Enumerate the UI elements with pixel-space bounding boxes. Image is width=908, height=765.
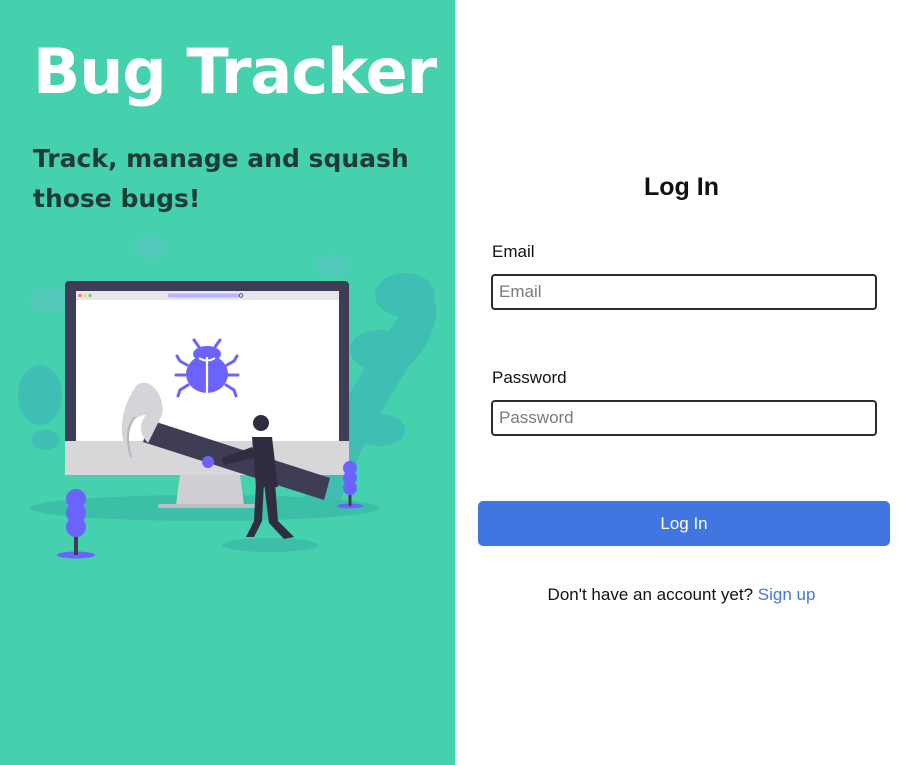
- password-label: Password: [492, 368, 567, 387]
- email-field[interactable]: [491, 274, 877, 310]
- login-button[interactable]: Log In: [478, 501, 890, 546]
- app-tagline: Track, manage and squash those bugs!: [33, 144, 409, 213]
- signup-link[interactable]: Sign up: [758, 585, 816, 604]
- signup-prompt: Don't have an account yet?: [547, 585, 754, 604]
- app-title: Bug Tracker: [33, 35, 437, 108]
- hero-panel: Bug Tracker Track, manage and squash tho…: [0, 0, 455, 765]
- person-shadow: [222, 538, 318, 552]
- signup-row: Don't have an account yet? Sign up: [455, 584, 908, 606]
- login-title: Log In: [644, 173, 719, 201]
- email-label: Email: [492, 242, 535, 261]
- bug-squash-illustration: [18, 236, 437, 559]
- password-field[interactable]: [491, 400, 877, 436]
- login-panel: Log In Email Password Log In Don't have …: [455, 0, 908, 765]
